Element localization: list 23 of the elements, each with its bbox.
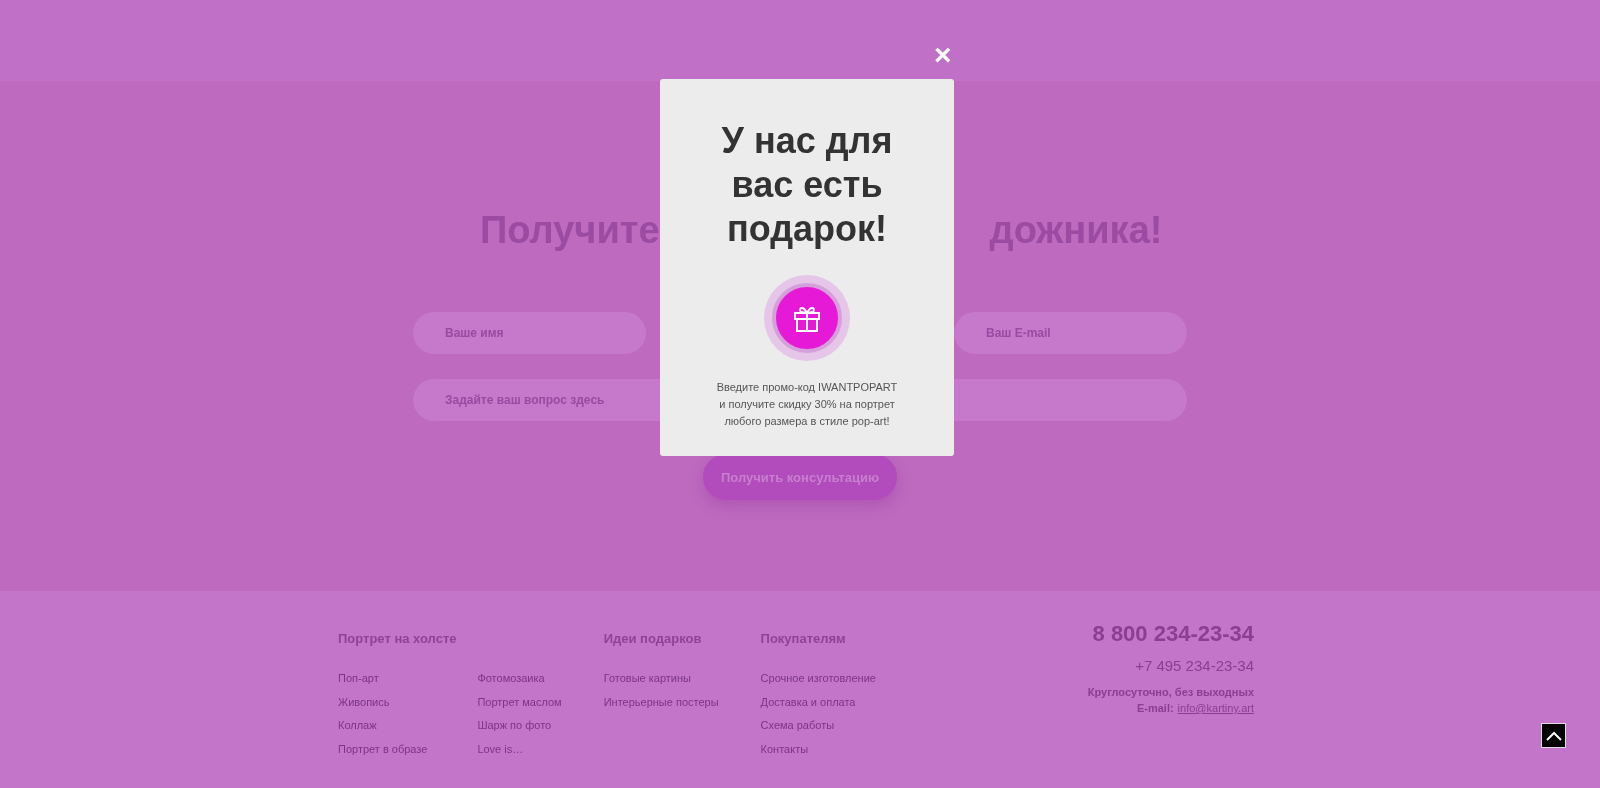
phone-number[interactable]: 8 800 234-23-34 bbox=[1092, 621, 1254, 647]
footer-link[interactable]: Схема работы bbox=[760, 719, 876, 733]
chevron-up-icon bbox=[1545, 730, 1562, 741]
footer-link[interactable]: Шарж по фото bbox=[477, 719, 562, 733]
footer-link[interactable]: Доставка и оплата bbox=[760, 695, 876, 709]
footer-link[interactable]: Живопись bbox=[338, 695, 428, 709]
footer-link[interactable]: Срочное изготовление bbox=[760, 672, 876, 686]
footer-link[interactable]: Интерьерные постеры bbox=[603, 695, 719, 709]
footer-link[interactable]: Фотомозаика bbox=[477, 672, 562, 686]
popup-title: У нас для вас есть подарок! bbox=[720, 119, 894, 251]
close-button[interactable]: × bbox=[934, 42, 952, 68]
email-link[interactable]: info@kartiny.art bbox=[1177, 702, 1254, 714]
footer-link[interactable]: Контакты bbox=[760, 742, 876, 756]
scroll-up-button[interactable] bbox=[1541, 723, 1566, 748]
footer-link[interactable]: Love is… bbox=[477, 742, 562, 756]
footer-link[interactable]: Коллаж bbox=[338, 719, 428, 733]
footer-link[interactable]: Готовые картины bbox=[603, 672, 719, 686]
footer-link[interactable]: Портрет в образе bbox=[338, 742, 428, 756]
footer-link[interactable]: Поп-арт bbox=[338, 672, 428, 686]
email-label: E-mail: bbox=[1136, 702, 1174, 714]
footer-link[interactable]: Портрет маслом bbox=[477, 695, 562, 709]
working-hours: Круглосуточно, без выходных bbox=[1087, 686, 1254, 698]
phone-number[interactable]: +7 495 234-23-34 bbox=[1135, 657, 1254, 674]
